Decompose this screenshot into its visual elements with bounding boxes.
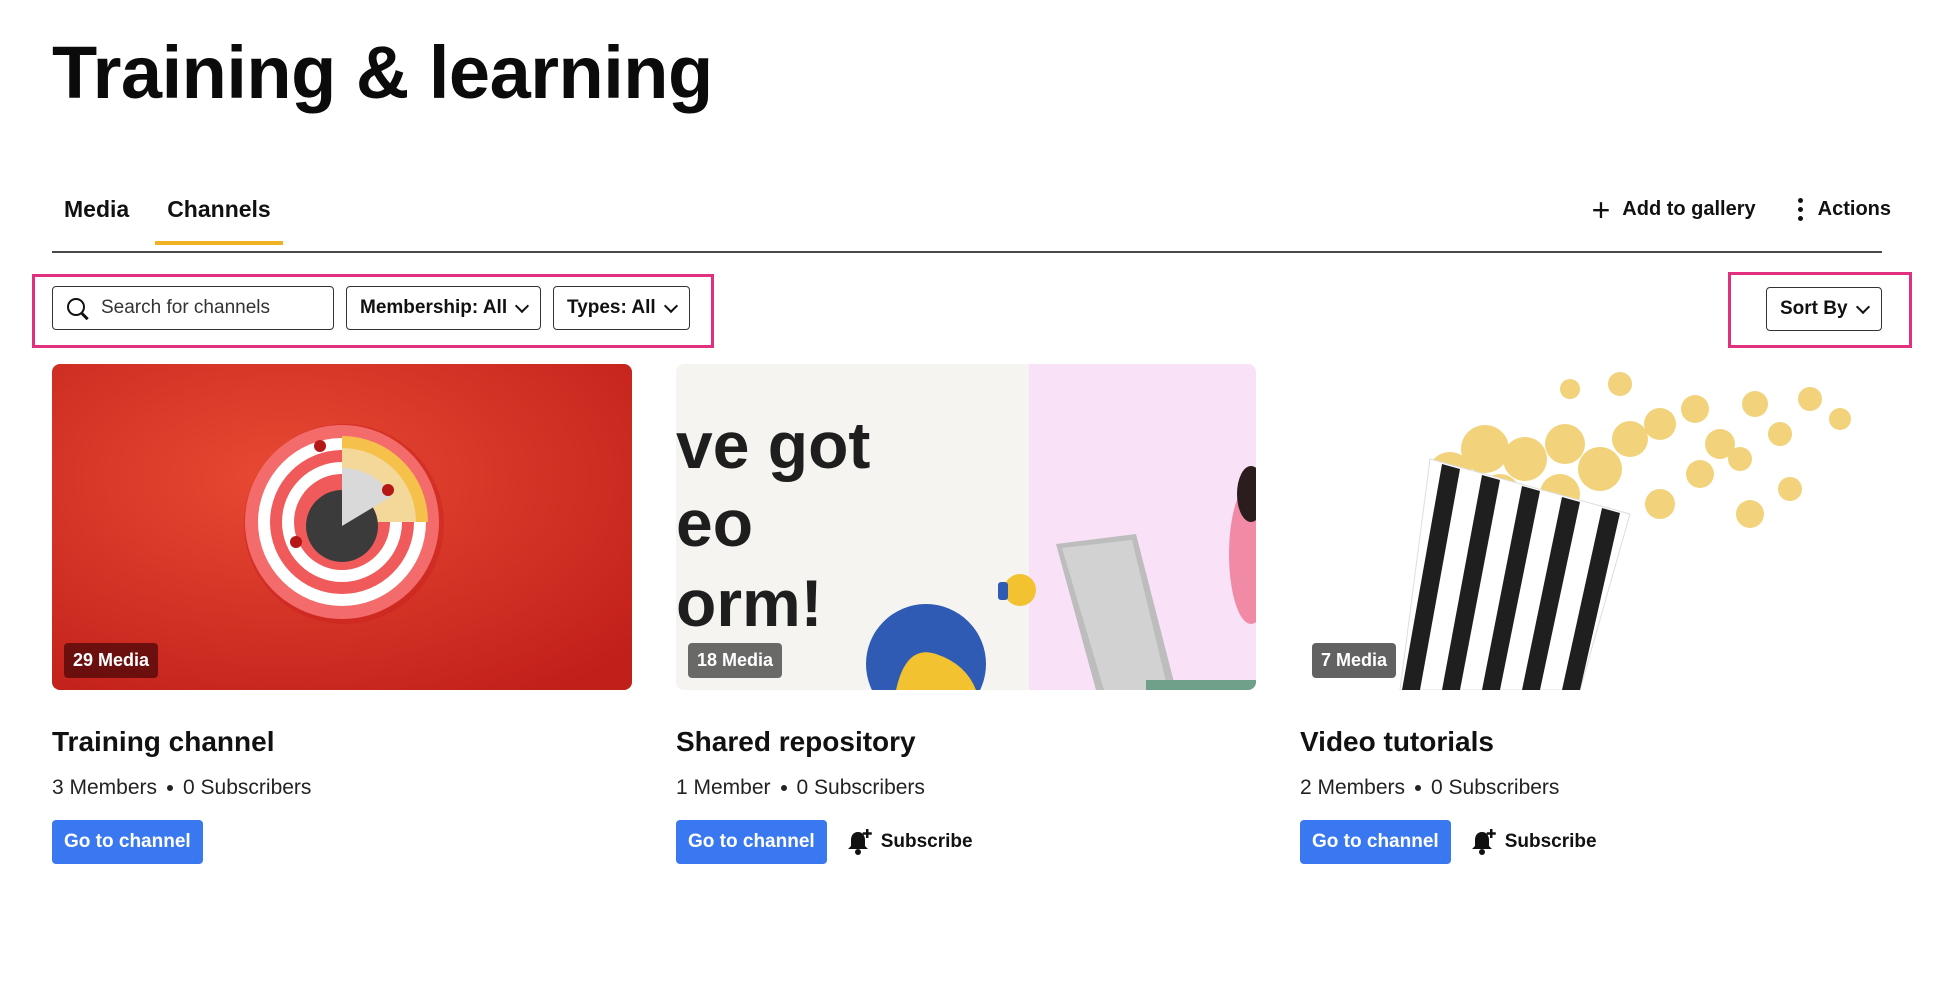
channel-title[interactable]: Video tutorials (1300, 726, 1880, 758)
add-to-gallery-label: Add to gallery (1622, 198, 1756, 220)
channel-thumbnail[interactable]: 7 Media (1300, 364, 1880, 690)
members-count: 3 Members (52, 776, 158, 799)
channel-card: 29 Media Training channel 3 Members 0 Su… (52, 364, 632, 864)
popcorn-image (1300, 364, 1880, 690)
kebab-menu-icon (1796, 198, 1806, 221)
subscribe-button[interactable]: Subscribe (847, 828, 973, 856)
channel-thumbnail[interactable]: 29 Media (52, 364, 632, 690)
subscribers-count: 0 Subscribers (796, 776, 925, 799)
subscribe-button[interactable]: Subscribe (1471, 828, 1597, 856)
channel-meta: 3 Members 0 Subscribers (52, 776, 632, 800)
media-count-badge: 29 Media (64, 643, 159, 678)
go-to-channel-button[interactable]: Go to channel (1300, 820, 1451, 864)
search-input[interactable] (99, 296, 323, 320)
dartboard-image (52, 364, 632, 690)
tab-channels[interactable]: Channels (155, 196, 283, 245)
membership-filter-dropdown[interactable]: Membership: All (346, 286, 542, 330)
tab-media[interactable]: Media (52, 196, 141, 243)
promo-image: ve got eo orm! (676, 364, 1256, 690)
subscribe-label: Subscribe (1504, 831, 1597, 852)
plus-icon: + (1591, 191, 1611, 228)
actions-label: Actions (1817, 198, 1891, 220)
bell-plus-icon (847, 829, 872, 855)
channel-meta: 2 Members 0 Subscribers (1300, 776, 1880, 800)
subscribers-count: 0 Subscribers (183, 776, 312, 799)
members-count: 1 Member (676, 776, 771, 799)
channel-search[interactable] (52, 286, 334, 330)
sort-by-label: Sort By (1780, 298, 1848, 319)
channel-title[interactable]: Training channel (52, 726, 632, 758)
subscribe-label: Subscribe (880, 831, 973, 852)
add-to-gallery-button[interactable]: + Add to gallery (1591, 191, 1756, 228)
header-actions: + Add to gallery Actions (1591, 191, 1891, 228)
types-filter-dropdown[interactable]: Types: All (553, 286, 690, 330)
promo-text-line: orm! (676, 566, 823, 640)
go-to-channel-button[interactable]: Go to channel (676, 820, 827, 864)
subscribers-count: 0 Subscribers (1431, 776, 1560, 799)
separator-dot (1415, 785, 1422, 791)
search-icon (67, 298, 87, 318)
chevron-down-icon (1855, 299, 1870, 314)
card-actions: Go to channel Subscribe (1300, 820, 1880, 864)
go-to-channel-button[interactable]: Go to channel (52, 820, 203, 864)
page-title: Training & learning (52, 31, 713, 114)
media-count-badge: 18 Media (688, 643, 783, 678)
sort-by-dropdown[interactable]: Sort By (1766, 287, 1882, 331)
chevron-down-icon (515, 298, 530, 313)
card-actions: Go to channel Subscribe (676, 820, 1256, 864)
promo-text-line: ve got (676, 408, 870, 482)
members-count: 2 Members (1300, 776, 1406, 799)
tab-divider (52, 251, 1882, 253)
channel-thumbnail[interactable]: ve got eo orm! 18 Media (676, 364, 1256, 690)
bell-plus-icon (1471, 829, 1496, 855)
actions-menu-button[interactable]: Actions (1796, 198, 1891, 221)
types-filter-label: Types: All (567, 297, 656, 318)
channel-title[interactable]: Shared repository (676, 726, 1256, 758)
membership-filter-label: Membership: All (360, 297, 508, 318)
separator-dot (167, 785, 174, 791)
channel-meta: 1 Member 0 Subscribers (676, 776, 1256, 800)
chevron-down-icon (663, 298, 678, 313)
channel-card: 7 Media Video tutorials 2 Members 0 Subs… (1300, 364, 1880, 864)
promo-text-line: eo (676, 486, 753, 560)
card-actions: Go to channel (52, 820, 632, 864)
tab-bar: Media Channels (52, 196, 297, 245)
media-count-badge: 7 Media (1312, 643, 1397, 678)
separator-dot (780, 785, 787, 791)
channel-card: ve got eo orm! 18 Media Shared repositor… (676, 364, 1256, 864)
